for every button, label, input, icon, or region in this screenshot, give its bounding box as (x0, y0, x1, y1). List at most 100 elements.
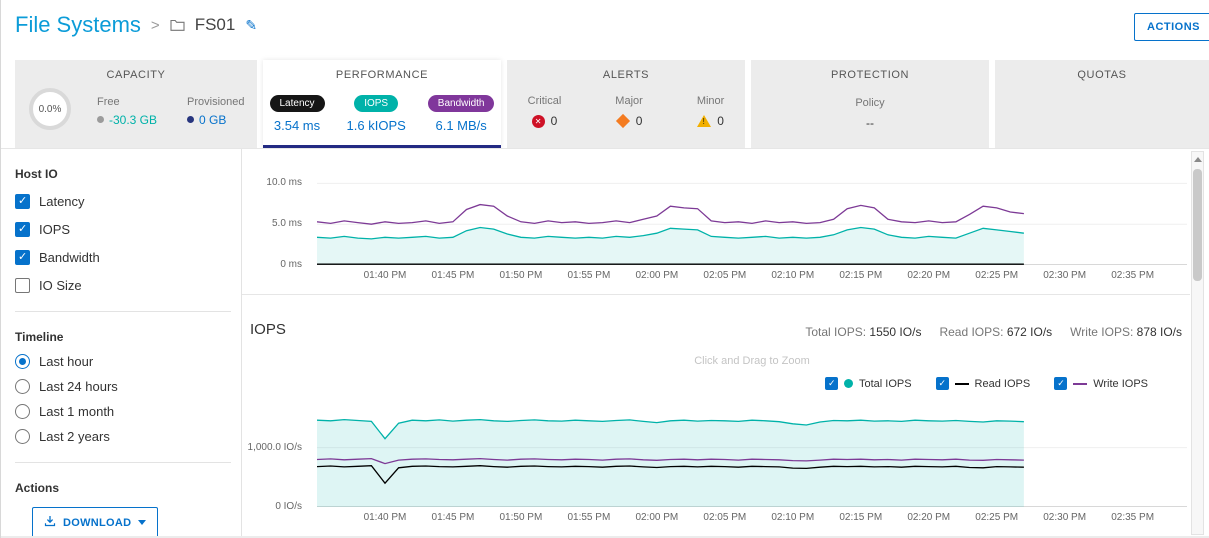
alerts-card[interactable]: ALERTS Critical 0 Major 0 (507, 60, 745, 148)
last-2-years-radio[interactable] (15, 429, 30, 444)
read-iops-stat-label: Read IOPS: (939, 325, 1003, 339)
provisioned-stat: Provisioned 0 GB (187, 96, 244, 127)
folder-icon (170, 19, 185, 31)
latency-metric: Latency 3.54 ms (270, 93, 325, 133)
sidebar-divider-2 (15, 462, 231, 463)
iops-chart-block: IOPS Total IOPS: 1550 IO/s Read IOPS: 67… (242, 295, 1190, 536)
write-iops-swatch-icon (1073, 383, 1087, 385)
vertical-scrollbar[interactable] (1191, 151, 1204, 535)
legend-item-read-iops[interactable]: Read IOPS (936, 377, 1031, 390)
write-iops-legend-checkbox[interactable] (1054, 377, 1067, 390)
latency-value: 3.54 ms (270, 118, 325, 133)
breadcrumb-separator: > (151, 17, 160, 34)
iops-checkbox[interactable] (15, 222, 30, 237)
free-stat: Free -30.3 GB (97, 96, 157, 127)
quotas-card[interactable]: QUOTAS (995, 60, 1209, 148)
latency-checkbox-label: Latency (39, 194, 85, 209)
performance-card[interactable]: PERFORMANCE Latency 3.54 ms IOPS 1.6 kIO… (263, 60, 501, 148)
write-iops-stat-value: 878 IO/s (1137, 325, 1182, 339)
io-size-checkbox[interactable] (15, 278, 30, 293)
download-icon (44, 515, 56, 530)
major-icon (616, 114, 630, 128)
critical-icon (532, 115, 545, 128)
total-iops-swatch-icon (844, 379, 853, 388)
checkbox-row-iops[interactable]: IOPS (15, 222, 241, 237)
provisioned-value: 0 GB (199, 113, 226, 127)
bandwidth-checkbox-label: Bandwidth (39, 250, 100, 265)
critical-count: 0 (551, 114, 558, 128)
capacity-card-title: CAPACITY (15, 60, 257, 81)
edit-icon[interactable]: ✎ (245, 17, 257, 34)
zoom-hint: Click and Drag to Zoom (317, 355, 1187, 367)
critical-label: Critical (528, 95, 562, 107)
page-header: File Systems > FS01 ✎ ACTIONS (1, 0, 1209, 56)
total-iops-legend-checkbox[interactable] (825, 377, 838, 390)
iops-plot[interactable] (317, 403, 1187, 507)
provisioned-label: Provisioned (187, 96, 244, 108)
protection-card-title: PROTECTION (751, 60, 989, 81)
page-title[interactable]: File Systems (15, 12, 141, 38)
major-label: Major (615, 95, 643, 107)
summary-cards: CAPACITY 0.0% Free -30.3 GB Provisioned (15, 60, 1209, 148)
latency-chart-block: 10.0 ms5.0 ms0 ms 01:40 PM01:45 PM01:50 … (242, 149, 1190, 295)
total-iops-stat-value: 1550 IO/s (869, 325, 921, 339)
checkbox-row-latency[interactable]: Latency (15, 194, 241, 209)
radio-row-last-hour[interactable]: Last hour (15, 354, 241, 369)
protection-card-body: Policy -- (751, 97, 989, 130)
radio-row-last-2-years[interactable]: Last 2 years (15, 429, 241, 444)
latency-plot[interactable] (317, 163, 1187, 265)
last-24-hours-radio[interactable] (15, 379, 30, 394)
breadcrumb: File Systems > FS01 ✎ (15, 12, 257, 38)
iops-metric: IOPS 1.6 kIOPS (347, 93, 406, 133)
legend-item-total-iops[interactable]: Total IOPS (825, 377, 912, 390)
iops-value: 1.6 kIOPS (347, 118, 406, 133)
latency-y-axis: 10.0 ms5.0 ms0 ms (242, 163, 310, 265)
scroll-up-button[interactable] (1192, 152, 1203, 166)
radio-row-last-24-hours[interactable]: Last 24 hours (15, 379, 241, 394)
free-dot-icon (97, 116, 104, 123)
actions-button[interactable]: ACTIONS (1134, 13, 1209, 41)
bandwidth-checkbox[interactable] (15, 250, 30, 265)
last-2-years-label: Last 2 years (39, 429, 110, 444)
iops-y-axis: 1,000.0 IO/s0 IO/s (242, 403, 310, 507)
radio-row-last-1-month[interactable]: Last 1 month (15, 404, 241, 419)
bandwidth-metric: Bandwidth 6.1 MB/s (428, 93, 495, 133)
iops-pill: IOPS (354, 95, 398, 112)
last-24-hours-label: Last 24 hours (39, 379, 118, 394)
write-iops-stat-label: Write IOPS: (1070, 325, 1133, 339)
timeline-title: Timeline (15, 330, 241, 344)
iops-x-axis: 01:40 PM01:45 PM01:50 PM01:55 PM02:00 PM… (317, 512, 1187, 526)
scrollbar-thumb[interactable] (1193, 169, 1202, 281)
policy-label: Policy (751, 97, 989, 109)
checkbox-row-bandwidth[interactable]: Bandwidth (15, 250, 241, 265)
read-iops-stat-value: 672 IO/s (1007, 325, 1052, 339)
alerts-card-body: Critical 0 Major 0 Minor (507, 95, 745, 128)
iops-checkbox-label: IOPS (39, 222, 70, 237)
last-hour-radio[interactable] (15, 354, 30, 369)
actions-title: Actions (15, 481, 241, 495)
sidebar: Host IO Latency IOPS Bandwidth IO Size T… (1, 149, 241, 538)
read-iops-legend-label: Read IOPS (975, 378, 1031, 390)
capacity-card[interactable]: CAPACITY 0.0% Free -30.3 GB Provisioned (15, 60, 257, 148)
protection-card[interactable]: PROTECTION Policy -- (751, 60, 989, 148)
quotas-card-title: QUOTAS (995, 60, 1209, 81)
download-button[interactable]: DOWNLOAD (32, 507, 158, 538)
bandwidth-value: 6.1 MB/s (428, 118, 495, 133)
latency-checkbox[interactable] (15, 194, 30, 209)
charts-panel: 10.0 ms5.0 ms0 ms 01:40 PM01:45 PM01:50 … (241, 149, 1190, 536)
last-1-month-radio[interactable] (15, 404, 30, 419)
checkbox-row-io-size[interactable]: IO Size (15, 278, 241, 293)
scroll-up-arrow-icon (1194, 157, 1202, 162)
minor-count: 0 (717, 114, 724, 128)
capacity-stats: Free -30.3 GB Provisioned 0 GB (97, 96, 245, 127)
write-iops-legend-label: Write IOPS (1093, 378, 1148, 390)
capacity-card-body: 0.0% Free -30.3 GB Provisioned (29, 88, 251, 130)
read-iops-legend-checkbox[interactable] (936, 377, 949, 390)
major-count: 0 (636, 114, 643, 128)
latency-pill: Latency (270, 95, 325, 112)
legend-item-write-iops[interactable]: Write IOPS (1054, 377, 1148, 390)
free-label: Free (97, 96, 157, 108)
major-alerts: Major 0 (615, 95, 643, 128)
bandwidth-pill: Bandwidth (428, 95, 495, 112)
policy-value: -- (751, 116, 989, 130)
